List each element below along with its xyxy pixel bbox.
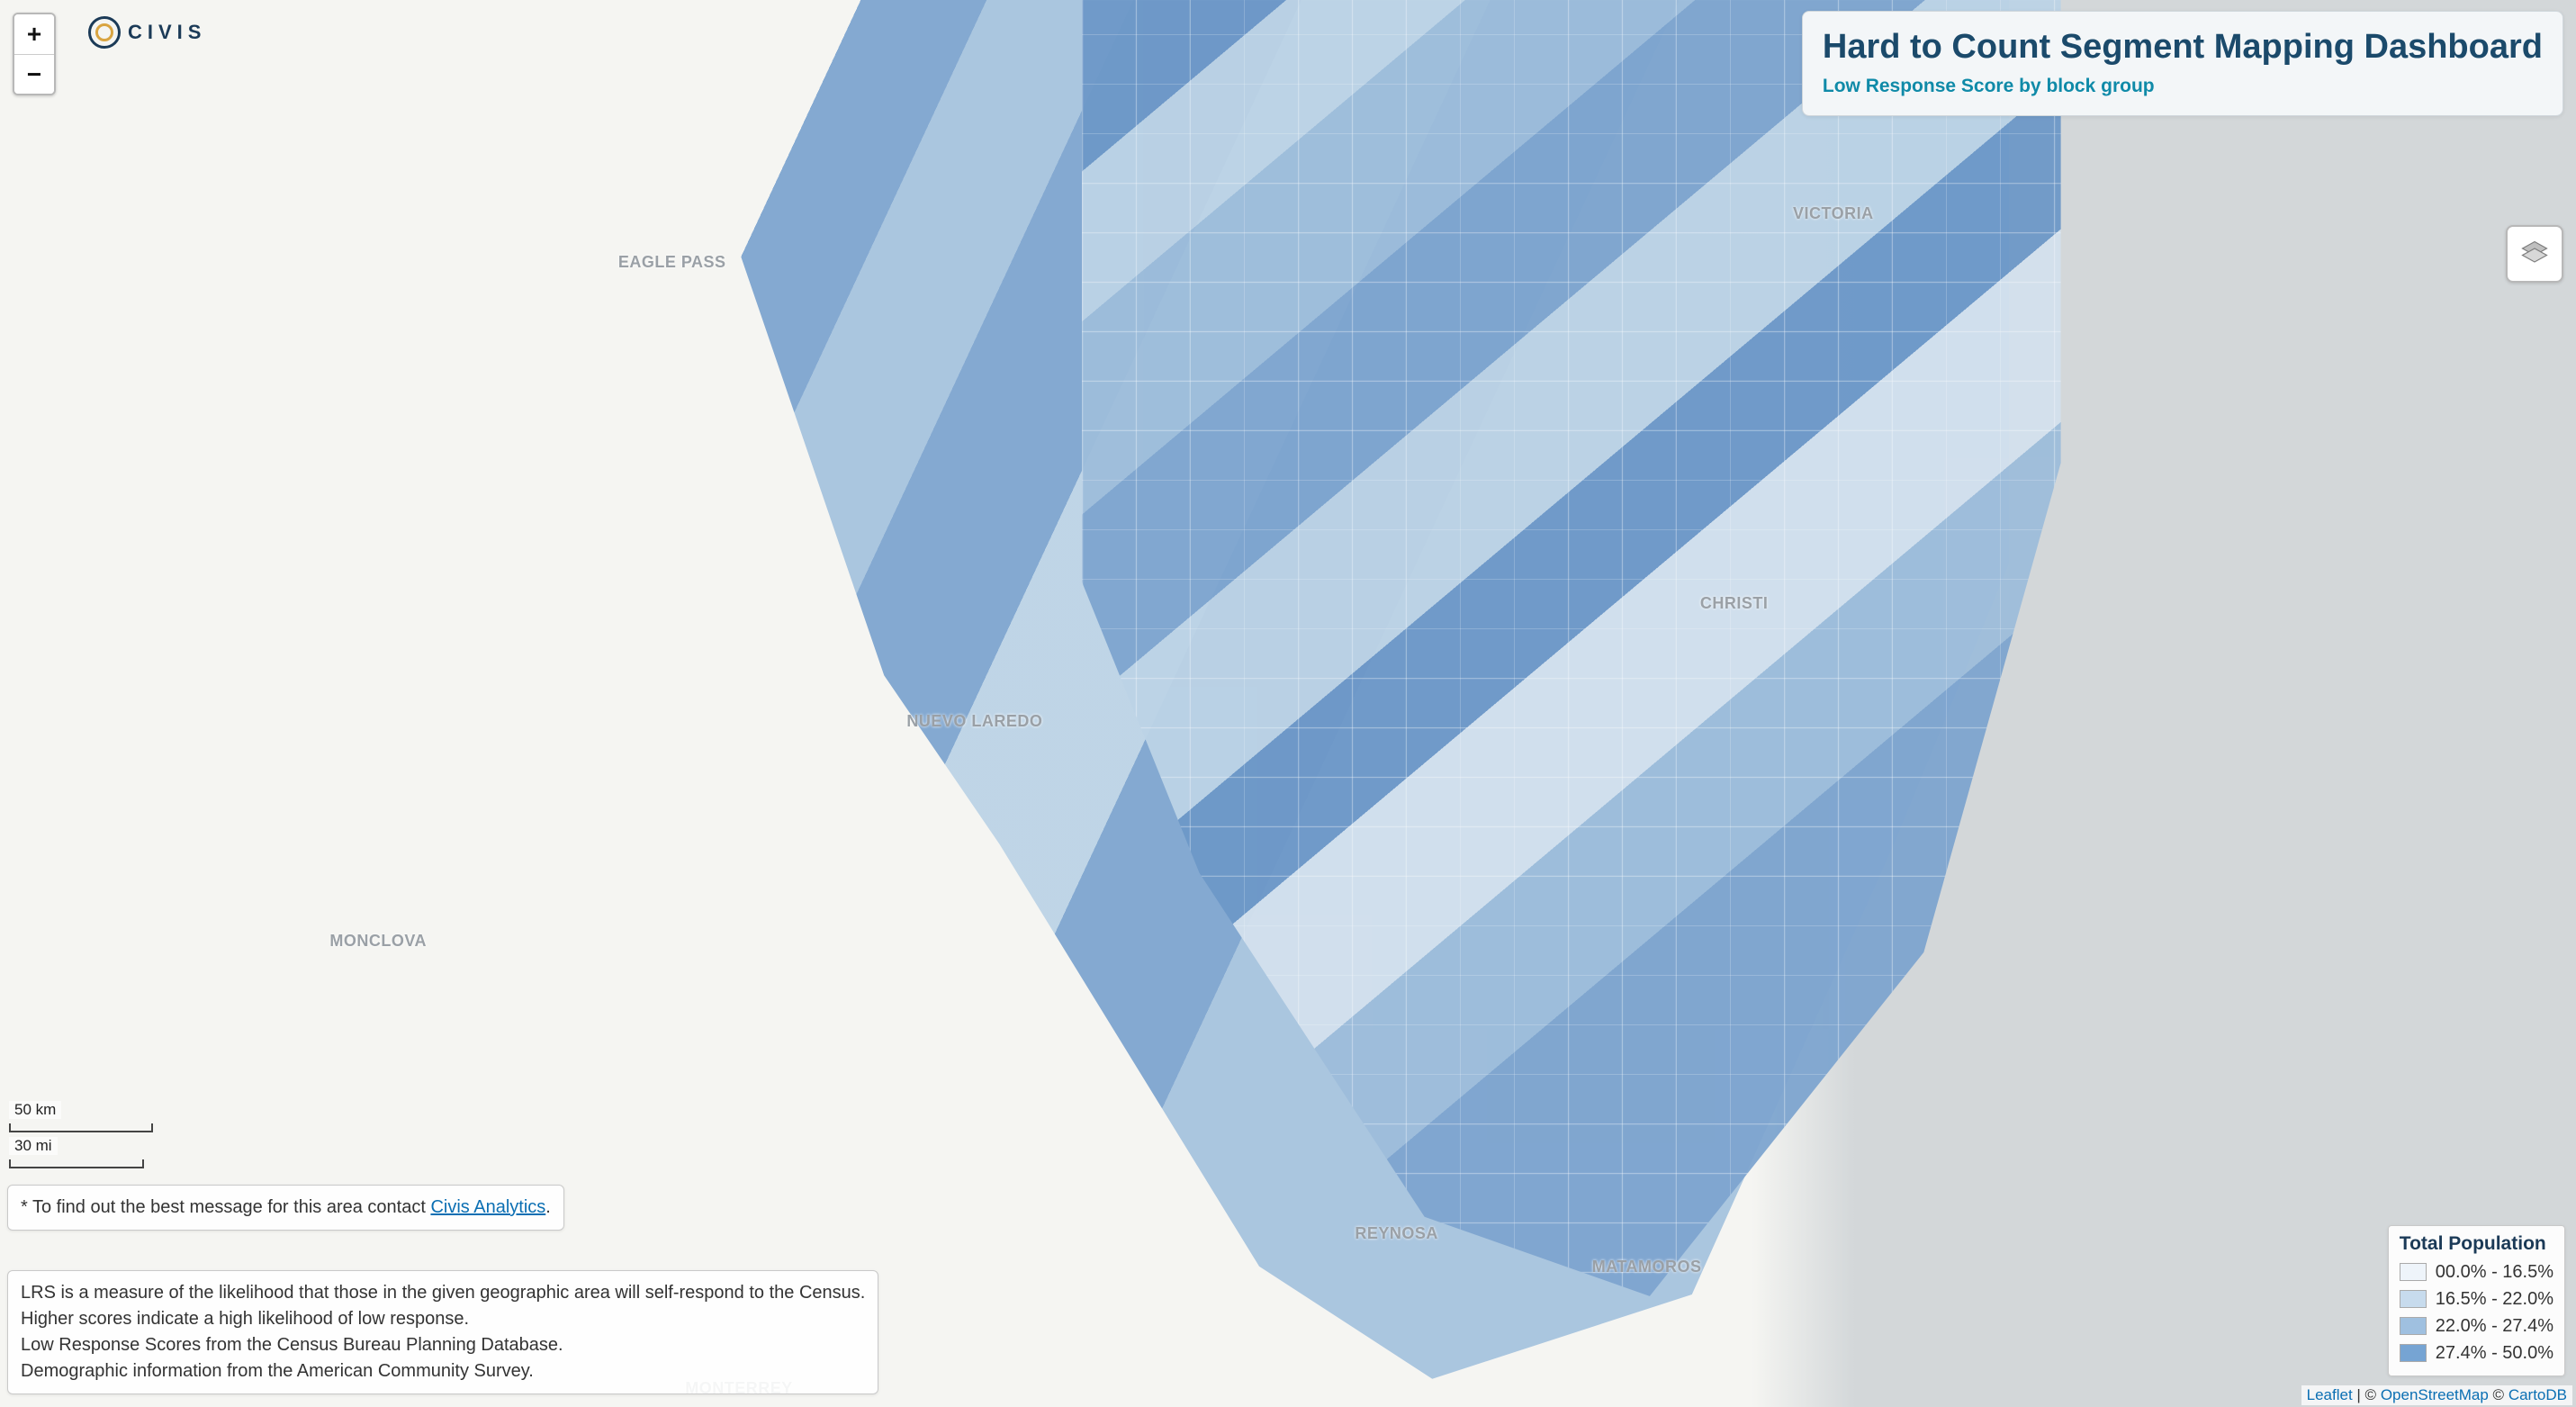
leaflet-link[interactable]: Leaflet <box>2307 1386 2353 1403</box>
info-lrs-box: LRS is a measure of the likelihood that … <box>7 1270 878 1394</box>
legend-swatch <box>2400 1290 2427 1308</box>
info-lrs-line1: LRS is a measure of the likelihood that … <box>21 1280 865 1306</box>
civis-analytics-link[interactable]: Civis Analytics <box>430 1197 545 1217</box>
legend: Total Population 00.0% - 16.5%16.5% - 22… <box>2388 1225 2565 1376</box>
city-label: CHRISTI <box>1700 594 1769 613</box>
title-card: Hard to Count Segment Mapping Dashboard … <box>1802 11 2563 116</box>
attrib-sep2: © <box>2489 1386 2508 1403</box>
info-lrs-line3: Low Response Scores from the Census Bure… <box>21 1332 865 1358</box>
city-label: MATAMOROS <box>1592 1258 1702 1276</box>
legend-row: 00.0% - 16.5% <box>2400 1258 2553 1285</box>
city-label: EAGLE PASS <box>618 253 726 272</box>
dashboard-title: Hard to Count Segment Mapping Dashboard <box>1823 28 2543 67</box>
legend-swatch <box>2400 1317 2427 1335</box>
city-label: VICTORIA <box>1793 204 1874 223</box>
layers-icon <box>2518 238 2551 270</box>
scale-mi-label: 30 mi <box>9 1137 58 1155</box>
legend-row: 27.4% - 50.0% <box>2400 1339 2553 1366</box>
legend-title: Total Population <box>2400 1233 2553 1255</box>
city-label: MONCLOVA <box>329 932 427 951</box>
info-contact-box: * To find out the best message for this … <box>7 1185 564 1231</box>
info-contact-prefix: * To find out the best message for this … <box>21 1197 430 1217</box>
map-attribution: Leaflet | © OpenStreetMap © CartoDB <box>2301 1385 2572 1405</box>
legend-label: 00.0% - 16.5% <box>2436 1258 2553 1285</box>
city-label: REYNOSA <box>1355 1224 1438 1243</box>
zoom-control: + − <box>13 13 56 95</box>
zoom-out-button[interactable]: − <box>14 54 54 94</box>
brand-logo-text: CIVIS <box>128 21 206 44</box>
scale-mi-line <box>9 1159 144 1168</box>
zoom-in-button[interactable]: + <box>14 14 54 54</box>
legend-row: 22.0% - 27.4% <box>2400 1312 2553 1339</box>
scale-km-label: 50 km <box>9 1101 61 1119</box>
brand-logo-icon <box>88 16 121 49</box>
city-label: NUEVO LAREDO <box>906 712 1042 731</box>
legend-label: 16.5% - 22.0% <box>2436 1285 2553 1312</box>
map-root[interactable]: EAGLE PASS VICTORIA CHRISTI NUEVO LAREDO MON… <box>0 0 2576 1407</box>
info-lrs-line2: Higher scores indicate a high likelihood… <box>21 1306 865 1332</box>
legend-label: 27.4% - 50.0% <box>2436 1339 2553 1366</box>
legend-swatch <box>2400 1263 2427 1281</box>
info-contact-suffix: . <box>545 1197 551 1217</box>
attrib-sep1: | © <box>2353 1386 2381 1403</box>
legend-label: 22.0% - 27.4% <box>2436 1312 2553 1339</box>
dashboard-subtitle: Low Response Score by block group <box>1823 76 2543 97</box>
legend-row: 16.5% - 22.0% <box>2400 1285 2553 1312</box>
info-lrs-line4: Demographic information from the America… <box>21 1358 865 1384</box>
scale-km-line <box>9 1123 153 1132</box>
scale-bar: 50 km 30 mi <box>9 1101 153 1173</box>
legend-swatch <box>2400 1344 2427 1362</box>
osm-link[interactable]: OpenStreetMap <box>2381 1386 2489 1403</box>
carto-link[interactable]: CartoDB <box>2508 1386 2567 1403</box>
layers-toggle-button[interactable] <box>2506 225 2563 283</box>
brand-logo: CIVIS <box>88 16 206 49</box>
